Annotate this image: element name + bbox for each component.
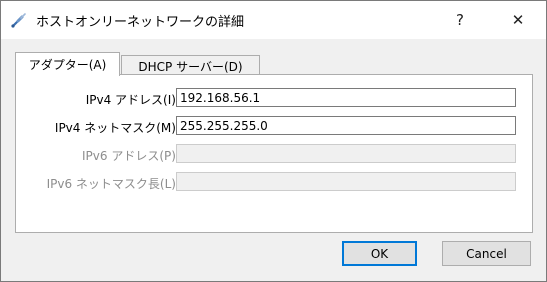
ipv4-address-input[interactable] xyxy=(176,88,516,107)
network-cable-icon xyxy=(10,11,28,29)
ok-button[interactable]: OK xyxy=(342,241,417,266)
dialog-window: ホストオンリーネットワークの詳細 ? ✕ アダプター(A) DHCP サーバー(… xyxy=(0,0,547,282)
adapter-panel: IPv4 アドレス(I): IPv4 ネットマスク(M): IPv6 アドレス(… xyxy=(15,74,533,233)
ipv4-netmask-input[interactable] xyxy=(176,116,516,135)
close-icon: ✕ xyxy=(511,11,525,29)
ipv6-prefix-length-input xyxy=(176,172,516,191)
ipv4-netmask-label: IPv4 ネットマスク(M): xyxy=(54,121,180,135)
help-icon: ? xyxy=(456,11,464,29)
tab-dhcp-server-label: DHCP サーバー(D) xyxy=(138,59,243,74)
tab-adapter-label: アダプター(A) xyxy=(28,58,107,72)
ipv4-address-row: IPv4 アドレス(I): xyxy=(16,88,532,109)
title-bar[interactable]: ホストオンリーネットワークの詳細 ? ✕ xyxy=(1,1,546,39)
ipv6-address-label: IPv6 アドレス(P): xyxy=(82,149,180,163)
ipv6-address-input xyxy=(176,144,516,163)
ipv6-address-row: IPv6 アドレス(P): xyxy=(16,144,532,165)
ipv6-prefix-length-row: IPv6 ネットマスク長(L): xyxy=(16,172,532,193)
tab-dhcp-server[interactable]: DHCP サーバー(D) xyxy=(121,55,260,76)
window-title: ホストオンリーネットワークの詳細 xyxy=(36,15,245,30)
tab-adapter[interactable]: アダプター(A) xyxy=(15,52,120,76)
help-button[interactable]: ? xyxy=(437,1,483,39)
ipv4-address-label: IPv4 アドレス(I): xyxy=(85,93,180,107)
ipv6-prefix-length-label: IPv6 ネットマスク長(L): xyxy=(46,177,180,191)
ipv4-netmask-row: IPv4 ネットマスク(M): xyxy=(16,116,532,137)
cancel-button[interactable]: Cancel xyxy=(442,241,531,266)
close-button[interactable]: ✕ xyxy=(495,1,541,39)
